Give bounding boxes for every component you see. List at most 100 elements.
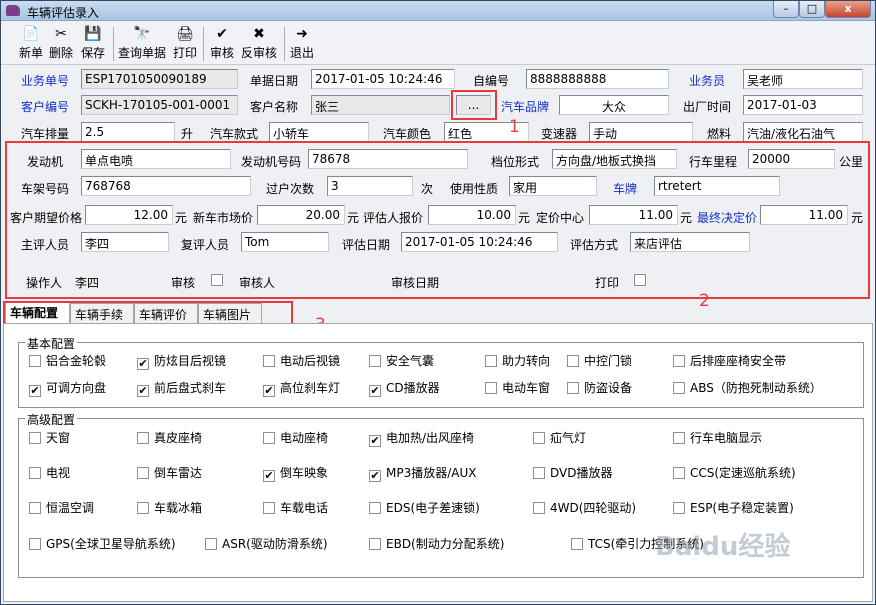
adv-config-checkbox[interactable]: 倒车雷达	[137, 464, 202, 481]
unchecked-icon	[673, 467, 685, 479]
review-assessor-field[interactable]: Tom	[241, 232, 329, 252]
displacement-field[interactable]: 2.5	[81, 122, 175, 142]
car-icon	[6, 5, 20, 16]
checkbox-label: 安全气囊	[386, 354, 435, 368]
adv-config-checkbox[interactable]: ✔ 倒车映象	[263, 464, 328, 482]
unchecked-icon	[369, 502, 381, 514]
order-date-label: 单据日期	[250, 74, 299, 88]
adv-config-checkbox[interactable]: 疝气灯	[533, 429, 586, 446]
basic-config-checkbox[interactable]: ✔ 可调方向盘	[29, 379, 106, 397]
gear-field[interactable]: 方向盘/地板式换挡	[552, 149, 677, 169]
fuel-field[interactable]: 汽油/液化石油气	[743, 122, 863, 142]
final-price-field[interactable]: 11.00	[760, 205, 848, 225]
gear-label: 档位形式	[491, 155, 540, 169]
eval-date-field[interactable]: 2017-01-05 10:24:46	[401, 232, 558, 252]
basic-config-checkbox[interactable]: ✔ 前后盘式刹车	[137, 379, 226, 397]
checkbox-label: 倒车映象	[280, 466, 329, 480]
self-no-field[interactable]: 8888888888	[526, 69, 669, 89]
cust-no-field[interactable]: SCKH-170105-001-0001	[81, 95, 238, 115]
unchecked-icon	[567, 355, 579, 367]
adv-config-checkbox[interactable]: CCS(定速巡航系统)	[673, 464, 796, 481]
annotation-2: 2	[699, 291, 710, 311]
adv-config-checkbox[interactable]: ✔ 电加热/出风座椅	[369, 429, 474, 447]
adv-config-checkbox[interactable]: 车载电话	[263, 499, 328, 516]
save-button[interactable]: 💾 保存	[79, 26, 107, 61]
basic-config-checkbox[interactable]: ABS（防抱死制动系统）	[673, 379, 822, 396]
salesman-field[interactable]: 吴老师	[743, 69, 863, 89]
chief-assessor-field[interactable]: 李四	[81, 232, 169, 252]
adv-config-checkbox[interactable]: DVD播放器	[533, 464, 612, 481]
assessor-price-field[interactable]: 10.00	[428, 205, 516, 225]
query-button[interactable]: 🔭 查询单据	[117, 26, 167, 61]
print-checkbox[interactable]	[634, 274, 646, 286]
factory-date-field[interactable]: 2017-01-03	[743, 95, 863, 115]
brand-field[interactable]: 大众	[559, 95, 669, 115]
basic-config-checkbox[interactable]: 安全气囊	[369, 352, 434, 369]
basic-config-checkbox[interactable]: ✔ 防炫目后视镜	[137, 352, 226, 370]
adv-config-checkbox[interactable]: 4WD(四轮驱动)	[533, 499, 636, 516]
order-no-field[interactable]: ESP1701050090189	[81, 69, 238, 89]
basic-config-checkbox[interactable]: 防盗设备	[567, 379, 632, 396]
gearbox-label: 变速器	[541, 127, 578, 141]
adv-config-checkbox[interactable]: GPS(全球卫星导航系统)	[29, 535, 176, 552]
floppy-icon: 💾	[84, 26, 102, 42]
delete-button[interactable]: ✂ 删除	[47, 26, 75, 61]
checkbox-label: 4WD(四轮驱动)	[550, 501, 637, 515]
method-field[interactable]: 来店评估	[630, 232, 750, 252]
print-button[interactable]: 🖨 打印	[171, 26, 199, 61]
assessor-price-label: 评估人报价	[363, 211, 424, 225]
unchecked-icon	[369, 538, 381, 550]
new-price-field[interactable]: 20.00	[257, 205, 345, 225]
basic-config-checkbox[interactable]: 电动车窗	[485, 379, 550, 396]
adv-config-checkbox[interactable]: ASR(驱动防滑系统)	[205, 535, 328, 552]
adv-config-checkbox[interactable]: 恒温空调	[29, 499, 94, 516]
cross-icon: ✖	[253, 26, 265, 42]
adv-config-checkbox[interactable]: EDS(电子差速锁)	[369, 499, 480, 516]
checkbox-label: ASR(驱动防滑系统)	[222, 537, 328, 551]
usage-field[interactable]: 家用	[509, 176, 597, 196]
engine-field[interactable]: 单点电喷	[81, 149, 231, 169]
mileage-field[interactable]: 20000	[748, 149, 835, 169]
adv-config-checkbox[interactable]: ESP(电子稳定装置)	[673, 499, 794, 516]
minimize-button[interactable]: –	[773, 1, 799, 18]
gearbox-field[interactable]: 手动	[589, 122, 693, 142]
adv-config-checkbox[interactable]: EBD(制动力分配系统)	[369, 535, 504, 552]
style-field[interactable]: 小轿车	[269, 122, 369, 142]
basic-config-checkbox[interactable]: ✔ 高位刹车灯	[263, 379, 340, 397]
adv-config-checkbox[interactable]: 天窗	[29, 429, 70, 446]
plate-field[interactable]: rtretert	[654, 176, 780, 196]
basic-config-checkbox[interactable]: 铝合金轮毂	[29, 352, 106, 369]
new-button[interactable]: 📄 新单	[17, 26, 45, 61]
frame-field[interactable]: 768768	[81, 176, 251, 196]
cust-name-field[interactable]: 张三	[311, 95, 450, 115]
basic-config-checkbox[interactable]: 中控门锁	[567, 352, 632, 369]
adv-config-checkbox[interactable]: 真皮座椅	[137, 429, 202, 446]
mileage-label: 行车里程	[689, 155, 738, 169]
adv-config-checkbox[interactable]: 行车电脑显示	[673, 429, 762, 446]
close-button[interactable]: x	[825, 1, 871, 18]
order-date-field[interactable]: 2017-01-05 10:24:46	[311, 69, 455, 89]
yuan-unit: 元	[851, 211, 864, 225]
center-price-field[interactable]: 11.00	[589, 205, 678, 225]
engine-no-label: 发动机号码	[241, 155, 302, 169]
basic-config-checkbox[interactable]: ✔ CD播放器	[369, 379, 440, 397]
unchecked-icon	[29, 502, 41, 514]
adv-config-checkbox[interactable]: 电动座椅	[263, 429, 328, 446]
basic-config-checkbox[interactable]: 后排座座椅安全带	[673, 352, 786, 369]
maximize-button[interactable]: □	[799, 1, 825, 18]
expect-price-field[interactable]: 12.00	[85, 205, 173, 225]
engine-no-field[interactable]: 78678	[308, 149, 468, 169]
toolbar-separator	[113, 27, 114, 61]
audit-button[interactable]: ✔ 审核	[208, 26, 236, 61]
checked-icon: ✔	[369, 469, 381, 482]
adv-config-checkbox[interactable]: ✔ MP3播放器/AUX	[369, 464, 476, 482]
exit-button[interactable]: ➜ 退出	[288, 26, 316, 61]
transfer-label: 过户次数	[266, 182, 315, 196]
basic-config-checkbox[interactable]: 电动后视镜	[263, 352, 340, 369]
unaudit-button[interactable]: ✖ 反审核	[239, 26, 279, 61]
audit-checkbox[interactable]	[211, 274, 223, 286]
adv-config-checkbox[interactable]: 电视	[29, 464, 70, 481]
adv-config-checkbox[interactable]: 车载冰箱	[137, 499, 202, 516]
basic-config-checkbox[interactable]: 助力转向	[485, 352, 550, 369]
transfer-field[interactable]: 3	[327, 176, 413, 196]
